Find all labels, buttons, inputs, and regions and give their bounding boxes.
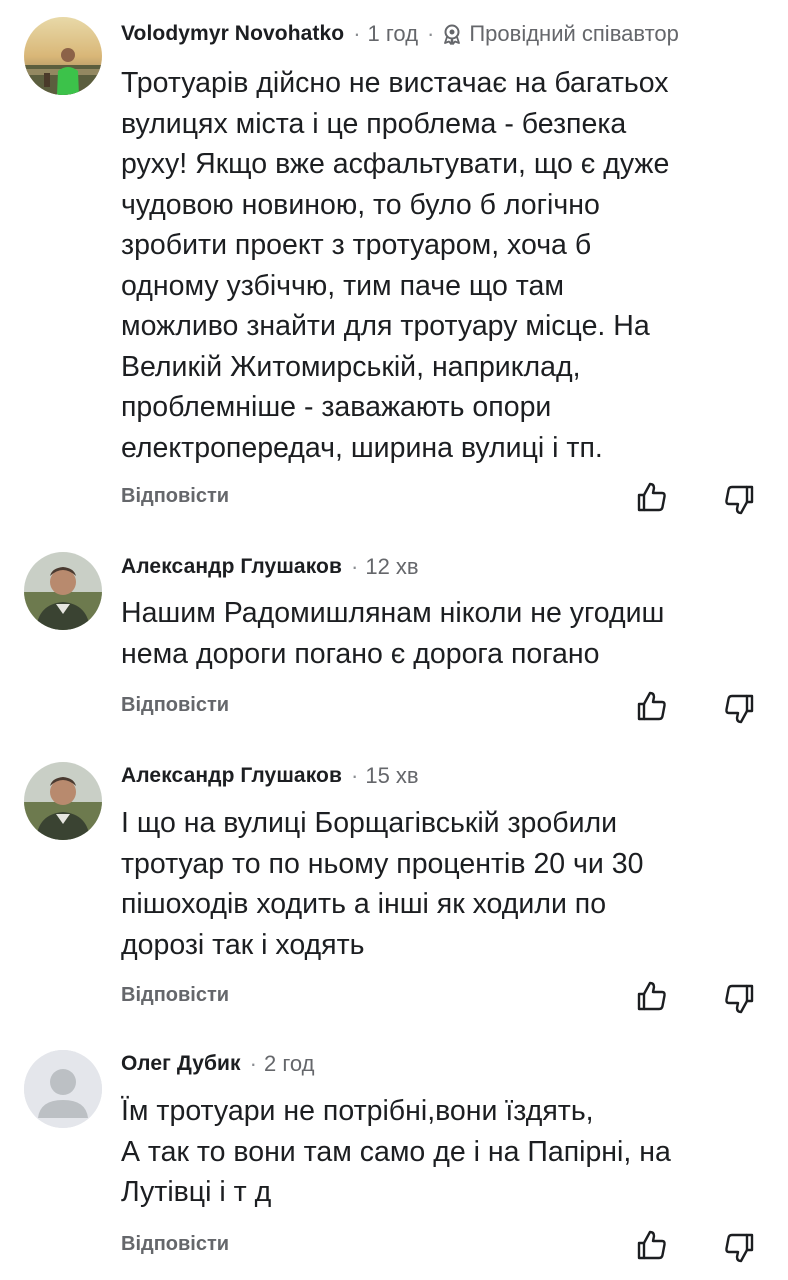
avatar[interactable]: [24, 552, 102, 630]
author-name[interactable]: Александр Глушаков: [121, 761, 342, 791]
thumbs-down-icon: [725, 694, 754, 724]
thumbs-up-icon: [637, 691, 666, 721]
comment-meta: Александр Глушаков · 15 хв: [121, 761, 419, 791]
reply-button[interactable]: Відповісти: [121, 980, 229, 1010]
comment-text: Їм тротуари не потрібні,вони їздять, А т…: [121, 1095, 671, 1208]
default-user-icon: [24, 1050, 102, 1128]
separator: ·: [427, 21, 435, 46]
timestamp: 15 хв: [365, 763, 419, 788]
avatar[interactable]: [24, 1050, 102, 1128]
avatar[interactable]: [24, 17, 102, 95]
comment-meta: Александр Глушаков · 12 хв: [121, 552, 419, 582]
comment-text: Тротуарів дійсно не вистачає на багатьох…: [121, 67, 670, 464]
thumbs-up-icon: [637, 482, 666, 512]
comment-meta: Volodymyr Novohatko · 1 год · Провідний …: [121, 19, 679, 49]
thumbs-up-icon: [637, 1230, 666, 1260]
dislike-button[interactable]: [722, 1231, 756, 1265]
reply-button[interactable]: Відповісти: [121, 481, 229, 511]
thumbs-down-icon: [725, 1233, 754, 1263]
like-button[interactable]: [635, 689, 669, 723]
author-name[interactable]: Александр Глушаков: [121, 552, 342, 582]
contributor-badge: Провідний співавтор: [441, 19, 679, 49]
badge-label: Провідний співавтор: [469, 21, 679, 46]
separator: ·: [351, 554, 359, 579]
like-button[interactable]: [635, 480, 669, 514]
reply-button[interactable]: Відповісти: [121, 690, 229, 720]
comment-text: Нашим Радомишлянам ніколи не угодиш нема…: [121, 597, 665, 670]
separator: ·: [351, 763, 359, 788]
like-button[interactable]: [635, 979, 669, 1013]
dislike-button[interactable]: [722, 982, 756, 1016]
dislike-button[interactable]: [722, 692, 756, 726]
separator: ·: [249, 1051, 257, 1076]
avatar[interactable]: [24, 762, 102, 840]
comment: Александр Глушаков · 15 хв І що на вулиц…: [0, 740, 788, 1030]
timestamp: 1 год: [367, 21, 419, 46]
comment: Александр Глушаков · 12 хв Нашим Радомиш…: [0, 530, 788, 740]
timestamp: 2 год: [264, 1051, 315, 1076]
thumbs-up-icon: [637, 981, 666, 1011]
author-name[interactable]: Volodymyr Novohatko: [121, 19, 344, 49]
dislike-button[interactable]: [722, 483, 756, 517]
comment: Олег Дубик · 2 год Їм тротуари не потріб…: [0, 1030, 788, 1280]
comment-meta: Олег Дубик · 2 год: [121, 1049, 314, 1079]
reply-button[interactable]: Відповісти: [121, 1229, 229, 1259]
comment: Volodymyr Novohatko · 1 год · Провідний …: [0, 0, 788, 530]
thumbs-down-icon: [725, 984, 754, 1014]
contributor-badge-icon: [444, 24, 461, 45]
comment-text: І що на вулиці Борщагівській зробили тро…: [121, 807, 644, 961]
timestamp: 12 хв: [365, 554, 419, 579]
separator: ·: [353, 21, 361, 46]
like-button[interactable]: [635, 1228, 669, 1262]
author-name[interactable]: Олег Дубик: [121, 1049, 241, 1079]
thumbs-down-icon: [725, 485, 754, 515]
